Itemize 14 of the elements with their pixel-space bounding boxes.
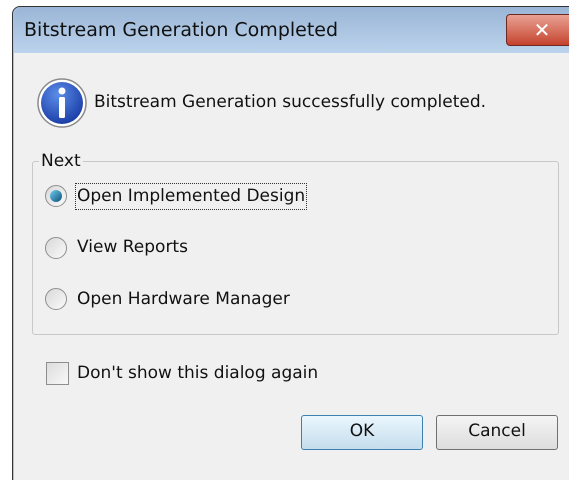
- radio-label[interactable]: Open Hardware Manager: [75, 286, 292, 313]
- checkbox[interactable]: [46, 362, 69, 386]
- radio-button[interactable]: [45, 288, 67, 310]
- radio-button[interactable]: [45, 236, 67, 259]
- dialog-button[interactable]: OK: [301, 414, 423, 450]
- radio-button[interactable]: [45, 185, 67, 208]
- checkbox-label[interactable]: Don't show this dialog again: [77, 361, 318, 386]
- radio-label[interactable]: Open Implemented Design: [75, 182, 308, 210]
- radio-label[interactable]: View Reports: [75, 234, 190, 262]
- group-title: Next: [40, 150, 82, 173]
- dialog-button[interactable]: Cancel: [436, 414, 558, 450]
- window-title: Bitstream Generation Completed: [24, 18, 338, 43]
- info-icon: [36, 77, 88, 129]
- message-text: Bitstream Generation successfully completed.: [94, 91, 486, 114]
